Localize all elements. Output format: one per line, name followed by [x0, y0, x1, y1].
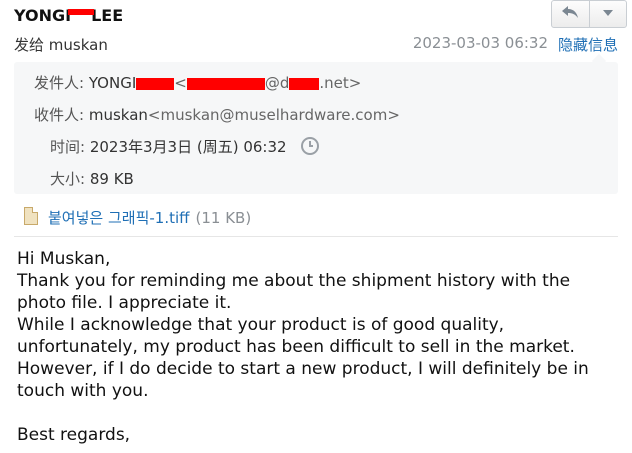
redaction-mark: [136, 77, 175, 90]
from-name[interactable]: YONGI: [89, 74, 136, 92]
sender-name: YONGI LEE: [14, 6, 123, 25]
greeting: Hi Muskan,: [17, 249, 111, 269]
size-value: 89 KB: [89, 170, 134, 188]
time-row: 时间: 2023年3月3日 (周五) 06:32: [50, 136, 320, 157]
file-icon: [24, 207, 38, 225]
attachment-row: 붙여넣은 그래픽-1.tiff (11 KB): [14, 198, 618, 237]
sender-name-first: YONGI: [14, 6, 72, 25]
message-toolbar: [551, 0, 627, 28]
from-row: 发件人: YONGI < @d .net>: [34, 74, 362, 92]
reply-button[interactable]: [552, 1, 589, 27]
message-date: 2023-03-03 06:32: [412, 34, 548, 52]
redaction-mark: [68, 8, 95, 15]
size-row: 大小: 89 KB: [50, 168, 134, 189]
from-addr-end: .net>: [319, 74, 362, 92]
to-row: 收件人: muskan<muskan@muselhardware.com>: [34, 104, 400, 125]
chevron-down-icon: [602, 6, 614, 22]
from-label: 发件人:: [34, 74, 85, 92]
panel-caret: [591, 53, 607, 69]
message-body: Hi Muskan, Thank you for reminding me ab…: [17, 248, 617, 446]
redaction-mark: [289, 77, 320, 90]
hide-info-link[interactable]: 隐藏信息: [558, 34, 618, 55]
to-address: <muskan@muselhardware.com>: [147, 106, 400, 124]
more-actions-button[interactable]: [588, 1, 627, 27]
to-label: 收件人:: [34, 106, 85, 124]
time-value: 2023年3月3日 (周五) 06:32: [89, 138, 287, 156]
redaction-mark: [186, 77, 265, 90]
sender-name-last: LEE: [91, 6, 124, 25]
size-label: 大小:: [50, 170, 86, 188]
closing: Best regards,: [17, 425, 131, 445]
from-addr-mid: @d: [264, 74, 290, 92]
attachment-size: (11 KB): [195, 209, 252, 227]
attachment-name[interactable]: 붙여넣은 그래픽-1.tiff: [48, 209, 189, 227]
paragraph-1: Thank you for reminding me about the shi…: [17, 271, 571, 313]
to-name[interactable]: muskan: [89, 106, 148, 124]
time-label: 时间:: [50, 138, 86, 156]
recipient-summary: 发给 muskan: [14, 36, 108, 54]
clock-icon[interactable]: [301, 137, 320, 155]
details-panel: 发件人: YONGI < @d .net> 收件人: muskan<muskan@mu…: [14, 53, 618, 194]
attachment-link[interactable]: 붙여넣은 그래픽-1.tiff (11 KB): [48, 207, 251, 228]
paragraph-2: While I acknowledge that your product is…: [17, 315, 589, 401]
reply-icon: [561, 5, 579, 23]
